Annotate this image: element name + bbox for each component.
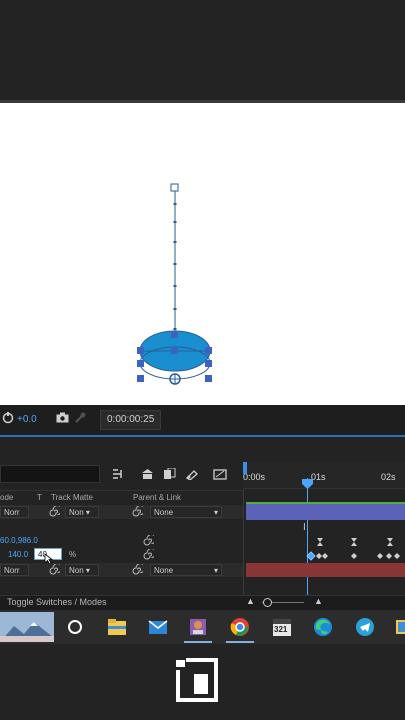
- layer-row-2[interactable]: Norr Non ▾ None ▾: [0, 563, 243, 577]
- shy-layers-icon[interactable]: [163, 467, 176, 479]
- keyframes-area[interactable]: [246, 536, 405, 562]
- col-t: T: [37, 493, 42, 502]
- viewer-controls-bar: +0.0 0:00:00:25: [0, 405, 405, 435]
- overflow-app-icon[interactable]: [394, 616, 405, 638]
- zoom-slider-handle[interactable]: [263, 598, 272, 607]
- layer2-parent-dropdown[interactable]: None ▾: [150, 564, 222, 576]
- media-app-active-indicator: [184, 641, 212, 643]
- position-keyframe-3: [387, 538, 393, 546]
- chrome-active-indicator: [226, 641, 254, 643]
- layer1-parent-pickwhip-icon[interactable]: [132, 505, 146, 517]
- layer-row-1[interactable]: Norr Non ▾ None ▾: [0, 505, 243, 519]
- layer-column-headers: ode T Track Matte Parent & Link: [0, 490, 243, 506]
- layer1-matte-pickwhip-icon[interactable]: [49, 505, 63, 517]
- exposure-reset-icon[interactable]: [2, 412, 14, 427]
- mail-icon[interactable]: [147, 616, 169, 638]
- media-app-icon[interactable]: [187, 616, 209, 638]
- layer1-mode-dropdown[interactable]: Norr: [0, 506, 29, 518]
- timeline-divider: [243, 490, 244, 595]
- layer2-parent-pickwhip-icon[interactable]: [132, 563, 146, 575]
- position-expression-icon[interactable]: [143, 534, 157, 546]
- scale-property-row: 140.0 40 %: [0, 548, 243, 565]
- motion-path-start-handle[interactable]: [170, 183, 179, 192]
- position-property-row: 60.0,986.0: [0, 534, 243, 548]
- chrome-icon[interactable]: [229, 616, 251, 638]
- scale-keyframe-3: [351, 553, 357, 559]
- time-ruler[interactable]: 0:00s 01s 02s: [243, 462, 405, 489]
- layer1-track-matte-dropdown[interactable]: Non ▾: [65, 506, 99, 518]
- ruler-label-2: 02s: [381, 472, 396, 482]
- col-parent-link: Parent & Link: [133, 493, 182, 502]
- channel-logo-icon: [176, 658, 218, 702]
- calendar-app-icon[interactable]: 321: [271, 616, 293, 638]
- work-area-start[interactable]: [243, 462, 247, 474]
- motion-blur-icon[interactable]: [213, 468, 227, 480]
- file-explorer-icon[interactable]: [106, 616, 128, 638]
- layer2-track-matte-dropdown[interactable]: Non ▾: [65, 564, 99, 576]
- exposure-value[interactable]: +0.0: [17, 414, 37, 425]
- frame-blending-icon[interactable]: [185, 468, 198, 481]
- landscape-thumbnail-icon[interactable]: [0, 612, 54, 642]
- position-keyframe-2: [351, 538, 357, 546]
- scale-keyframe-selected: [306, 551, 316, 561]
- scale-keyframe-4: [377, 553, 400, 559]
- timeline-footer: Toggle Switches / Modes ▲ ▲: [0, 595, 405, 610]
- zoom-out-icon[interactable]: ▲: [246, 596, 255, 606]
- scale-expression-icon[interactable]: [143, 548, 157, 560]
- toggle-switches-modes[interactable]: Toggle Switches / Modes: [7, 597, 107, 607]
- layer2-duration-bar[interactable]: [246, 563, 405, 577]
- layer1-parent-dropdown[interactable]: None ▾: [150, 506, 222, 518]
- scale-unit: %: [69, 550, 77, 559]
- top-panel-area: [0, 0, 405, 100]
- composition-viewer[interactable]: [0, 103, 405, 405]
- bottom-area: [0, 644, 405, 720]
- windows-taskbar: 321: [0, 610, 405, 644]
- timeline-search-input[interactable]: [0, 465, 100, 483]
- snapshot-camera-icon[interactable]: [56, 412, 69, 426]
- position-value[interactable]: 60.0,986.0: [0, 536, 38, 545]
- draft-3d-icon[interactable]: [141, 468, 153, 479]
- zoom-in-icon[interactable]: ▲: [314, 596, 323, 606]
- col-mode: ode: [0, 493, 14, 502]
- scale-keyframe-2: [316, 553, 328, 559]
- composition-flowchart-icon[interactable]: [112, 468, 124, 479]
- current-time-display[interactable]: 0:00:00:25: [100, 410, 162, 430]
- edge-icon[interactable]: [312, 616, 334, 638]
- col-track-matte: Track Matte: [51, 493, 93, 502]
- layer1-duration-bar[interactable]: [246, 504, 405, 520]
- scale-value-x[interactable]: 140.0: [8, 550, 28, 559]
- ruler-label-1: 01s: [311, 472, 326, 482]
- layer-in-marker-icon: I: [303, 522, 306, 533]
- telegram-icon[interactable]: [354, 616, 376, 638]
- layer2-matte-pickwhip-icon[interactable]: [49, 563, 63, 575]
- calendar-badge: 321: [274, 625, 288, 634]
- search-circle-icon[interactable]: [64, 616, 86, 638]
- position-keyframe-1: [317, 538, 323, 546]
- show-snapshot-icon[interactable]: [74, 412, 86, 427]
- composition-canvas[interactable]: [0, 103, 405, 405]
- layer2-mode-dropdown[interactable]: Norr: [0, 564, 29, 576]
